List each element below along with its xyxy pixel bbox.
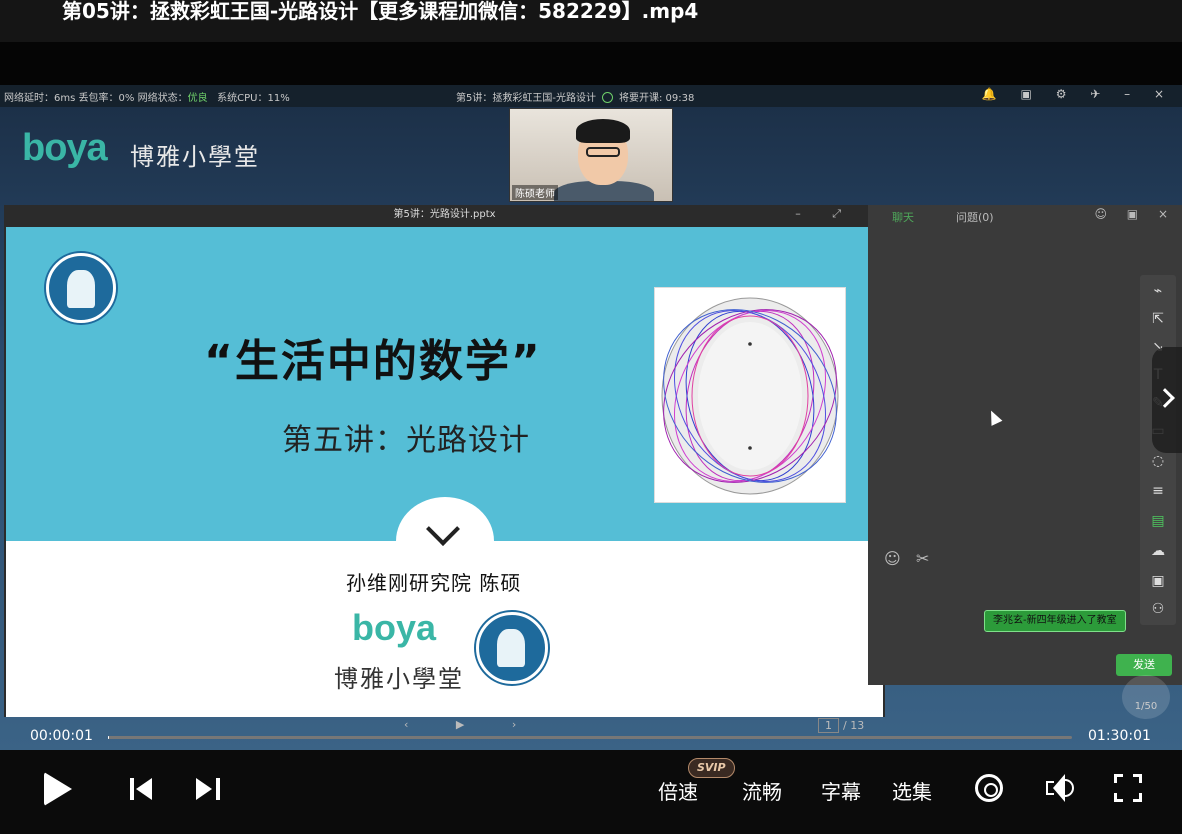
teacher-name: 陈硕老师 bbox=[512, 185, 558, 200]
notes-icon[interactable]: ≡ bbox=[1148, 481, 1168, 501]
speed-button[interactable]: 倍速 bbox=[658, 776, 698, 805]
institute-seal-icon bbox=[46, 253, 116, 323]
video-player-screen: 第05讲：拯救彩虹王国-光路设计【更多课程加微信：582229】.mp4 网络延… bbox=[0, 0, 1182, 834]
ppt-window-controls[interactable]: – ⤢ bbox=[795, 207, 855, 221]
send-button[interactable]: 发送 bbox=[1116, 654, 1172, 676]
cloud-icon[interactable]: ☁ bbox=[1148, 541, 1168, 561]
volume-icon[interactable] bbox=[1046, 774, 1076, 802]
classroom-status-bar: 网络延时：6ms 丢包率：0% 网络状态：优良 系统CPU：11% 第5讲：拯救… bbox=[0, 85, 1182, 107]
letterbox-top bbox=[0, 42, 1182, 85]
lesson-title: 第5讲：拯救彩虹王国-光路设计 bbox=[456, 93, 596, 104]
classroom-window-icons[interactable]: 🔔 ▣ ⚙ ✈ – × bbox=[982, 87, 1174, 101]
chevron-right-icon bbox=[1155, 388, 1175, 408]
emoji-icon[interactable]: ☺ bbox=[884, 549, 901, 568]
fullscreen-icon[interactable] bbox=[1114, 774, 1142, 802]
next-panel-button[interactable] bbox=[1152, 347, 1182, 453]
picture-in-picture-icon[interactable] bbox=[975, 774, 1003, 802]
mouse-cursor-icon bbox=[985, 408, 1003, 426]
users-icon[interactable]: ⚇ bbox=[1148, 599, 1168, 619]
slide-subtitle: 第五讲：光路设计 bbox=[282, 423, 530, 458]
laser-pointer-icon[interactable]: ⌁ bbox=[1148, 281, 1168, 301]
institute-seal-small-icon bbox=[476, 612, 548, 684]
slide-author: 孙维刚研究院 陈硕 bbox=[346, 571, 522, 595]
ppt-window: 第5讲：光路设计.pptx – ⤢ “生活中的数学” 第五讲：光路设计 孙维刚研… bbox=[4, 205, 885, 717]
brand-logo-en: boya bbox=[22, 127, 108, 169]
subtitle-button[interactable]: 字幕 bbox=[821, 776, 861, 805]
total-time: 01:30:01 bbox=[1088, 728, 1151, 744]
slide-logo-cn: 博雅小學堂 bbox=[334, 665, 464, 693]
clock-icon bbox=[601, 92, 613, 103]
svip-badge: SVIP bbox=[688, 758, 735, 778]
title-bar: 第05讲：拯救彩虹王国-光路设计【更多课程加微信：582229】.mp4 bbox=[0, 0, 1182, 42]
player-controls: 倍速 SVIP 流畅 字幕 选集 bbox=[0, 750, 1182, 834]
episodes-button[interactable]: 选集 bbox=[892, 776, 932, 805]
brand-logo-cn: 博雅小學堂 bbox=[130, 143, 260, 171]
next-button[interactable] bbox=[196, 778, 220, 800]
lesson-info: 第5讲：拯救彩虹王国-光路设计 将要开课: 09:38 bbox=[456, 89, 694, 104]
current-time: 00:00:01 bbox=[30, 728, 93, 744]
brand-logo: boya 博雅小學堂 bbox=[22, 127, 258, 171]
chat-panel: 聊天 问题(0) ☺ ▣ × ☺ ✂ 李兆玄-新四年级进入了教室 发送 bbox=[868, 205, 1182, 685]
quality-button[interactable]: 流畅 bbox=[742, 776, 782, 805]
progress-bar[interactable] bbox=[108, 736, 1072, 739]
slide: “生活中的数学” 第五讲：光路设计 孙维刚研究院 陈硕 boya 博雅小學堂 bbox=[6, 227, 883, 717]
play-button[interactable] bbox=[44, 772, 72, 806]
slide-logo-en: boya bbox=[352, 607, 437, 648]
light-path-figure bbox=[654, 287, 846, 503]
video-title: 第05讲：拯救彩虹王国-光路设计【更多课程加微信：582229】.mp4 bbox=[62, 0, 699, 23]
progress-row: 00:00:01 01:30:01 bbox=[0, 722, 1182, 750]
video-frame[interactable]: 网络延时：6ms 丢包率：0% 网络状态：优良 系统CPU：11% 第5讲：拯救… bbox=[0, 85, 1182, 750]
toolbox-icon[interactable]: ▣ bbox=[1148, 571, 1168, 591]
network-status: 网络延时：6ms 丢包率：0% 网络状态：优良 系统CPU：11% bbox=[4, 93, 290, 104]
tab-questions[interactable]: 问题(0) bbox=[956, 209, 994, 225]
scissors-icon[interactable]: ✂ bbox=[916, 549, 929, 568]
mic-count: 1/50 bbox=[1122, 675, 1170, 719]
light-path-drawing bbox=[661, 297, 839, 495]
chat-icon[interactable]: ▤ bbox=[1148, 511, 1168, 531]
chat-tabs: 聊天 问题(0) ☺ ▣ × bbox=[868, 205, 1182, 227]
previous-button[interactable] bbox=[130, 778, 154, 800]
teacher-camera: 陈硕老师 bbox=[509, 108, 673, 202]
audio-icon[interactable]: ◌ bbox=[1148, 451, 1168, 471]
teacher-hair bbox=[576, 119, 630, 143]
tab-chat[interactable]: 聊天 bbox=[892, 209, 914, 225]
select-move-icon[interactable]: ⇱ bbox=[1148, 309, 1168, 329]
slide-title: “生活中的数学” bbox=[204, 336, 542, 387]
ppt-filename: 第5讲：光路设计.pptx bbox=[393, 209, 496, 220]
chevron-down-icon bbox=[426, 512, 460, 546]
chat-panel-controls[interactable]: ☺ ▣ × bbox=[1094, 207, 1176, 221]
join-notice: 李兆玄-新四年级进入了教室 bbox=[984, 610, 1126, 632]
teacher-glasses bbox=[586, 147, 620, 157]
countdown: 将要开课: 09:38 bbox=[618, 93, 695, 104]
